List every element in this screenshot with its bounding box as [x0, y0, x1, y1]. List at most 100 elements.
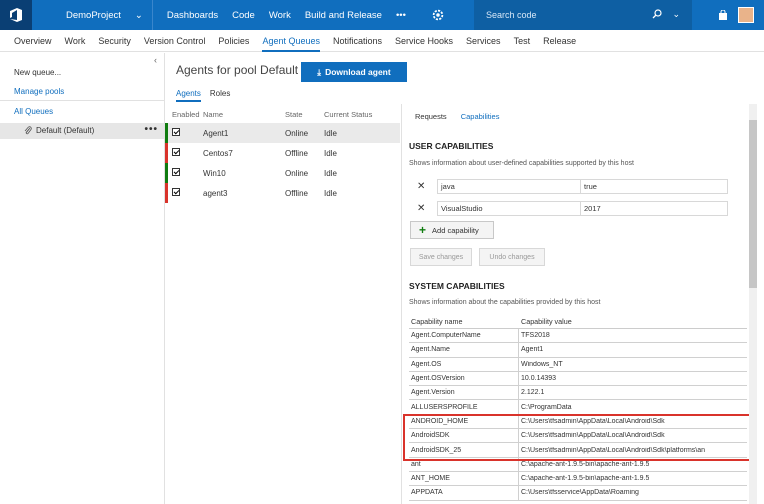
system-capabilities-table: Capability name Capability value Agent.C…	[409, 315, 747, 501]
chevron-down-icon[interactable]: ⌄	[672, 9, 680, 20]
agent-name: Centos7	[203, 148, 233, 158]
tab-capabilities[interactable]: Capabilities	[461, 112, 500, 121]
capability-name: Agent.OS	[409, 357, 519, 371]
table-row: APPDATA C:\Users\tfsservice\AppData\Roami…	[409, 486, 747, 501]
nav-more[interactable]: •••	[396, 10, 406, 21]
agent-status: Idle	[324, 188, 337, 198]
capability-name-input[interactable]: VisualStudio	[437, 200, 581, 216]
chevron-left-icon[interactable]: ‹	[154, 55, 157, 65]
agent-status: Idle	[324, 148, 337, 158]
capability-value: 2.122.1	[521, 389, 545, 397]
queue-panel: ‹ New queue... Manage pools All Queues D…	[0, 53, 165, 504]
divider	[0, 100, 164, 101]
table-row[interactable]: Centos7 Offline Idle	[165, 143, 400, 163]
nav-build-release[interactable]: Build and Release	[305, 10, 382, 21]
enabled-checkbox[interactable]	[172, 168, 180, 176]
capability-value: TFS2018	[521, 332, 550, 340]
agent-name: Agent1	[203, 128, 229, 138]
subnav-service-hooks[interactable]: Service Hooks	[395, 36, 453, 46]
subnav-notifications[interactable]: Notifications	[333, 36, 382, 46]
enabled-checkbox[interactable]	[172, 148, 180, 156]
table-header: Enabled Name State Current Status	[165, 106, 400, 123]
download-agent-button[interactable]: ⤓ Download agent	[301, 62, 407, 82]
save-changes-button[interactable]: Save changes	[410, 248, 472, 266]
table-row[interactable]: Win10 Online Idle	[165, 163, 400, 183]
capability-value: Agent1	[521, 346, 544, 354]
status-indicator	[165, 143, 168, 163]
link-icon	[24, 126, 32, 135]
vsts-logo-icon[interactable]	[0, 0, 32, 30]
queue-item-default[interactable]: Default (Default) •••	[0, 123, 164, 139]
agent-state: Online	[285, 128, 309, 138]
avatar[interactable]	[738, 7, 754, 23]
sub-nav: Overview Work Security Version Control P…	[0, 30, 764, 52]
tab-requests[interactable]: Requests	[415, 112, 447, 121]
nav-dashboards[interactable]: Dashboards	[167, 10, 218, 21]
subnav-security[interactable]: Security	[98, 36, 131, 46]
user-capability-row: ✕ java true	[409, 178, 728, 194]
add-capability-button[interactable]: + Add capability	[410, 221, 494, 239]
table-row: Agent.OSVersion 10.0.14393	[409, 371, 747, 387]
subnav-test[interactable]: Test	[514, 36, 531, 46]
agents-table: Enabled Name State Current Status Agent1…	[165, 106, 400, 203]
nav-work[interactable]: Work	[269, 10, 291, 21]
col-status[interactable]: Current Status	[324, 110, 394, 119]
subnav-version-control[interactable]: Version Control	[144, 36, 206, 46]
subnav-release[interactable]: Release	[543, 36, 576, 46]
subnav-policies[interactable]: Policies	[218, 36, 249, 46]
subnav-services[interactable]: Services	[466, 36, 501, 46]
divider	[151, 0, 153, 30]
details-tabs: Requests Capabilities	[415, 112, 499, 121]
top-right-tools	[718, 0, 764, 30]
manage-pools-link[interactable]: Manage pools	[14, 87, 64, 96]
search-box[interactable]: Search code ⌄	[474, 0, 692, 30]
project-selector[interactable]: DemoProject ⌄	[66, 10, 143, 21]
download-agent-label: Download agent	[325, 67, 391, 77]
system-capabilities-title: SYSTEM CAPABILITIES	[409, 281, 505, 291]
table-row: ANT_HOME C:\apache-ant-1.9.5-bin\apache-a…	[409, 471, 747, 487]
gear-icon[interactable]	[431, 8, 445, 22]
table-row: Agent.Name Agent1	[409, 343, 747, 358]
add-capability-label: Add capability	[432, 225, 479, 235]
capability-name: Agent.Version	[409, 386, 519, 400]
all-queues-link[interactable]: All Queues	[14, 107, 53, 116]
capability-name: ANT_HOME	[409, 471, 519, 486]
project-name: DemoProject	[66, 9, 121, 21]
search-input[interactable]: Search code	[486, 10, 537, 20]
tab-roles[interactable]: Roles	[210, 89, 230, 102]
capability-name: ALLUSERSPROFILE	[409, 400, 519, 414]
col-enabled[interactable]: Enabled	[165, 110, 203, 119]
table-row[interactable]: agent3 Offline Idle	[165, 183, 400, 203]
enabled-checkbox[interactable]	[172, 128, 180, 136]
status-indicator	[165, 123, 168, 143]
subnav-agent-queues[interactable]: Agent Queues	[262, 36, 320, 52]
user-capability-row: ✕ VisualStudio 2017	[409, 200, 728, 216]
col-name[interactable]: Name	[203, 110, 285, 119]
agent-tabs: Agents Roles	[176, 89, 230, 102]
capability-value: C:\Users\tfsservice\AppData\Roaming	[521, 489, 639, 497]
new-queue-button[interactable]: New queue...	[14, 68, 61, 77]
search-icon[interactable]	[652, 9, 662, 19]
nav-code[interactable]: Code	[232, 10, 255, 21]
close-icon[interactable]: ✕	[409, 203, 437, 214]
undo-changes-button[interactable]: Undo changes	[479, 248, 545, 266]
tab-agents[interactable]: Agents	[176, 89, 201, 102]
capability-value-input[interactable]: true	[581, 178, 728, 194]
download-icon: ⤓	[317, 66, 322, 77]
capability-value: 10.0.14393	[521, 375, 557, 383]
more-options-icon[interactable]: •••	[144, 124, 158, 135]
capability-name-input[interactable]: java	[437, 178, 581, 194]
close-icon[interactable]: ✕	[409, 181, 437, 192]
subnav-work[interactable]: Work	[65, 36, 86, 46]
table-row: Agent.ComputerName TFS2018	[409, 329, 747, 344]
col-capability-name: Capability name	[411, 317, 463, 326]
col-state[interactable]: State	[285, 110, 324, 119]
scrollbar-thumb[interactable]	[749, 120, 757, 288]
capability-value-input[interactable]: 2017	[581, 200, 728, 216]
table-row[interactable]: Agent1 Online Idle	[165, 123, 400, 143]
divider	[401, 104, 402, 504]
enabled-checkbox[interactable]	[172, 188, 180, 196]
shopping-bag-icon[interactable]	[718, 9, 728, 21]
subnav-overview[interactable]: Overview	[14, 36, 52, 46]
status-indicator	[165, 183, 168, 203]
